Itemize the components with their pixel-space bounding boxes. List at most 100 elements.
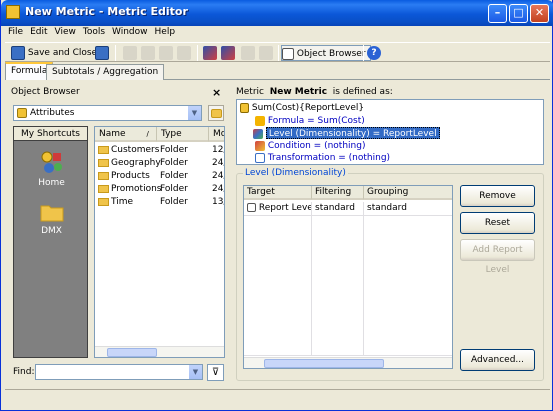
tree-transformation[interactable]: Transformation = (nothing) [255,152,390,164]
shortcut-home[interactable]: Home [14,149,89,188]
tab-subtotals-aggregation[interactable]: Subtotals / Aggregation [46,64,165,80]
close-button[interactable]: ✕ [530,4,549,23]
disk-icon [95,45,109,60]
level-groupbox-title: Level (Dimensionality) [243,168,348,178]
object-browser-toggle[interactable]: Object Browser [281,45,371,61]
list-item[interactable]: CustomersFolder12/ [95,144,224,157]
my-shortcuts-pane: My Shortcuts Home DMX [13,126,88,358]
maximize-button[interactable]: □ [509,4,528,23]
metric-icon [240,102,249,113]
menu-window[interactable]: Window [109,26,151,38]
horizontal-scrollbar[interactable] [244,357,452,368]
spell-check-all-button[interactable] [221,45,235,61]
tree-level-dimensionality[interactable]: Level (Dimensionality) = ReportLevel [253,127,440,139]
folder-icon [98,197,109,206]
level-grid: Target Filtering Grouping Report Level s… [243,185,453,369]
tree-condition[interactable]: Condition = (nothing) [255,140,365,152]
chevron-down-icon[interactable]: ▼ [188,365,202,379]
location-dropdown[interactable]: Attributes ▼ [13,105,202,121]
tree-formula[interactable]: Formula = Sum(Cost) [255,115,365,127]
properties-button[interactable] [259,45,273,61]
paste-button[interactable] [177,45,191,61]
menu-help[interactable]: Help [152,26,179,38]
object-browser-title: Object Browser [11,87,80,97]
column-header-name[interactable]: Name / [95,127,157,142]
chevron-down-icon[interactable]: ▼ [187,106,201,120]
definition-header: Metric New Metric is defined as: [236,87,393,97]
my-shortcuts-header[interactable]: My Shortcuts [14,127,87,141]
level-selected-label: Level (Dimensionality) = ReportLevel [265,127,440,139]
help-icon: ? [367,45,381,60]
copy-icon [159,45,173,60]
save-and-close-button[interactable]: Save and Close [11,45,97,61]
sort-arrow-icon: / [146,130,149,138]
object-browser-label: Object Browser [296,49,366,59]
spell-check-icon [203,45,217,60]
metric-definition-tree: Sum(Cost){ReportLevel} Formula = Sum(Cos… [236,99,544,165]
attributes-icon [17,108,27,118]
reset-button[interactable]: Reset [460,212,535,234]
spell-check-button[interactable] [203,45,217,61]
scrollbar-thumb[interactable] [264,359,384,368]
transformation-icon [255,152,265,163]
minimize-button[interactable]: – [488,4,507,23]
object-list: Name / Type Mo CustomersFolder12/ Geogra… [94,126,225,358]
toolbar: Save and Close Object Browser ? [5,42,550,62]
find-input[interactable]: ▼ [35,364,203,380]
tree-root[interactable]: Sum(Cost){ReportLevel} [240,102,364,114]
help-button[interactable]: ? [367,45,381,61]
validate-button[interactable] [241,45,255,61]
menu-edit[interactable]: Edit [27,26,50,38]
save-icon [11,45,25,60]
shortcut-dmx[interactable]: DMX [14,201,89,236]
list-item[interactable]: TimeFolder13/ [95,196,224,209]
advanced-button[interactable]: Advanced... [460,349,535,371]
empty-cell [312,216,364,356]
empty-cell [364,216,452,356]
toolbar-separator [197,45,198,61]
filter-button[interactable]: ⊽ [207,364,224,381]
table-row-filtering[interactable]: standard [312,202,364,216]
table-row-target[interactable]: Report Level [244,202,312,216]
list-item[interactable]: ProductsFolder24/ [95,170,224,183]
menu-tools[interactable]: Tools [80,26,108,38]
find-label: Find: [13,367,35,377]
remove-button[interactable]: Remove [460,185,535,207]
column-header-target[interactable]: Target [244,186,312,200]
toolbar-separator [115,45,116,61]
folder-icon [98,145,109,154]
undo-button[interactable] [123,45,137,61]
status-bar [5,389,550,405]
list-item[interactable]: PromotionsFolder24/ [95,183,224,196]
window-title: New Metric - Metric Editor [25,5,188,18]
spell-check-all-icon [221,45,235,60]
home-shortcut-icon [41,151,62,173]
add-report-level-button[interactable]: Add Report Level [460,239,535,275]
up-folder-button[interactable] [208,105,224,121]
menu-file[interactable]: File [5,26,26,38]
empty-cell [244,216,312,356]
list-item[interactable]: GeographyFolder24/ [95,157,224,170]
column-header-grouping[interactable]: Grouping [364,186,452,200]
folder-icon [98,171,109,180]
horizontal-scrollbar[interactable] [95,346,224,357]
menu-view[interactable]: View [52,26,79,38]
editor-tabs: Formula Subtotals / Aggregation [5,62,550,80]
table-row-grouping[interactable]: standard [364,202,452,216]
column-header-type[interactable]: Type [157,127,209,142]
copy-button[interactable] [159,45,173,61]
formula-icon [255,115,265,126]
column-header-modified[interactable]: Mo [209,127,224,142]
title-bar[interactable]: New Metric - Metric Editor – □ ✕ [1,0,553,26]
scissors-icon [141,45,155,60]
shortcut-home-label: Home [38,178,65,188]
menu-bar: File Edit View Tools Window Help [5,26,550,42]
toolbar-separator [278,45,279,61]
column-header-filtering[interactable]: Filtering [312,186,364,200]
level-icon [253,128,263,139]
save-button[interactable] [95,45,109,61]
scrollbar-thumb[interactable] [107,348,157,357]
folder-icon [40,205,63,222]
object-browser-close-icon[interactable]: × [212,86,221,99]
cut-button[interactable] [141,45,155,61]
